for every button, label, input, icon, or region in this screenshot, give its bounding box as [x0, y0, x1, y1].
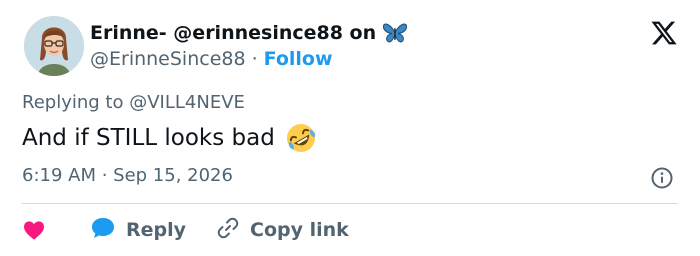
info-icon[interactable] — [650, 166, 674, 190]
author-handle[interactable]: @ErinneSince88 — [90, 48, 246, 70]
link-icon — [216, 216, 240, 244]
heart-icon — [22, 218, 46, 242]
replying-to-prefix: Replying to — [22, 92, 124, 113]
separator-dot: · — [251, 48, 258, 70]
divider — [22, 203, 678, 204]
replying-to-handle[interactable]: @VILL4NEVE — [129, 92, 245, 113]
copy-link-label: Copy link — [250, 219, 349, 241]
like-button[interactable] — [22, 218, 46, 242]
tweet-text: And if STILL looks bad — [22, 122, 317, 154]
author-name-line: Erinne- @erinnesince88 on — [90, 22, 408, 44]
replying-to-line: Replying to @VILL4NEVE — [22, 92, 245, 113]
action-bar: Reply Copy link — [22, 214, 349, 246]
copy-link-button[interactable]: Copy link — [216, 216, 349, 244]
reply-label: Reply — [126, 219, 187, 241]
author-handle-line: @ErinneSince88 · Follow — [90, 48, 333, 70]
follow-button[interactable]: Follow — [264, 48, 333, 70]
x-logo-icon[interactable] — [650, 19, 678, 47]
tweet-body: And if STILL looks bad — [22, 125, 275, 151]
rolling-laughing-emoji-icon — [285, 122, 317, 154]
tweet-timestamp[interactable]: 6:19 AM · Sep 15, 2026 — [22, 165, 233, 186]
avatar[interactable] — [24, 16, 84, 76]
reply-bubble-icon — [90, 216, 116, 244]
author-display-name[interactable]: Erinne- @erinnesince88 on — [90, 22, 376, 44]
butterfly-emoji-icon — [382, 22, 408, 44]
reply-button[interactable]: Reply — [90, 216, 186, 244]
